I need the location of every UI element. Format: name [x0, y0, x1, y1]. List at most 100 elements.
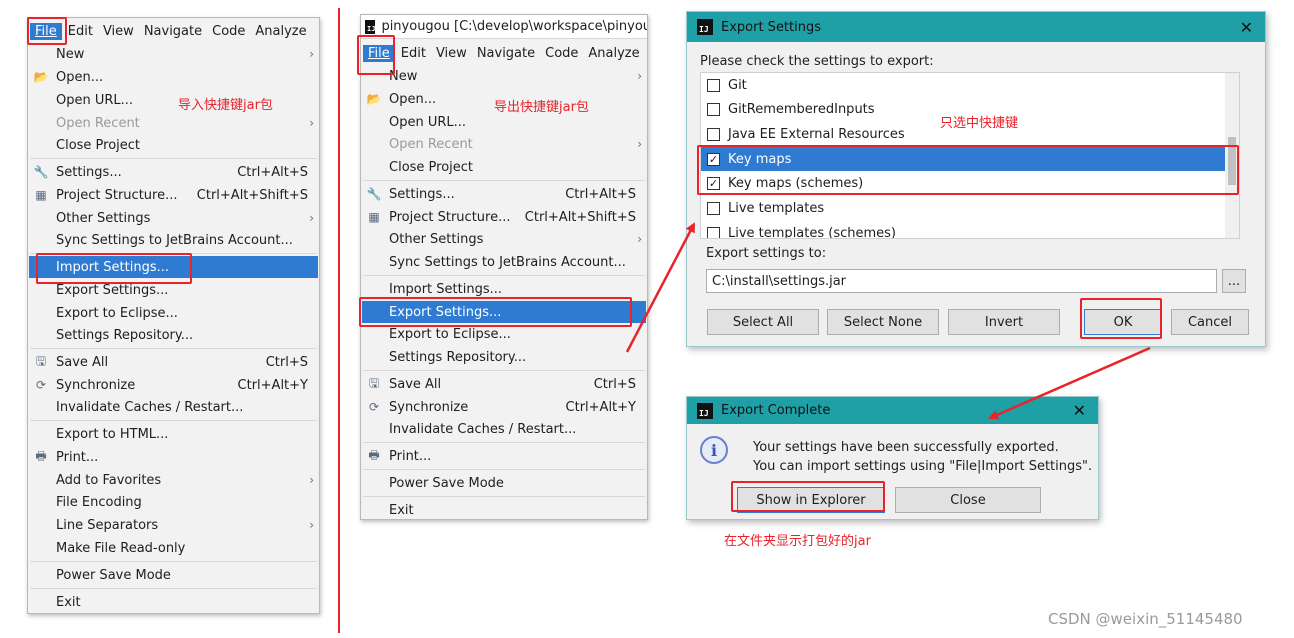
settings-row-live-templates-schemes[interactable]: Live templates (schemes) — [701, 221, 1226, 239]
project-structure-icon: ▦ — [368, 210, 380, 224]
menu-item-label: Exit — [56, 594, 81, 610]
menu-item-label: Open URL... — [389, 114, 467, 130]
menu-item-label: Synchronize — [389, 399, 469, 415]
wrench-icon: 🔧 — [33, 165, 49, 179]
menu-item-other-settings[interactable]: Other Settings › — [362, 228, 646, 250]
chevron-right-icon: › — [309, 518, 314, 532]
settings-row-label: Java EE External Resources — [728, 126, 905, 142]
menu-analyze[interactable]: Analyze — [255, 24, 306, 39]
checkbox[interactable] — [707, 127, 720, 141]
menu-item-settings[interactable]: 🔧 Settings... Ctrl+Alt+S — [362, 183, 646, 205]
menu-item-power-save-mode[interactable]: Power Save Mode — [29, 564, 318, 586]
menu-item-open-recent[interactable]: Open Recent › — [362, 133, 646, 155]
menu-navigate[interactable]: Navigate — [477, 46, 535, 61]
highlight-show-in-explorer — [731, 481, 885, 512]
settings-row-live-templates[interactable]: Live templates — [701, 196, 1226, 220]
close-icon[interactable]: ✕ — [1073, 401, 1086, 420]
menu-view[interactable]: View — [436, 46, 467, 61]
menu-item-file-encoding[interactable]: File Encoding — [29, 491, 318, 513]
menu-item-exit[interactable]: Exit — [362, 499, 646, 519]
menu-item-label: Open Recent — [389, 136, 473, 152]
menu-item-settings-repository[interactable]: Settings Repository... — [29, 324, 318, 346]
menu-item-invalidate-caches-restart[interactable]: Invalidate Caches / Restart... — [362, 418, 646, 440]
chevron-right-icon: › — [637, 137, 642, 151]
checkbox[interactable] — [707, 226, 720, 238]
menu-separator — [363, 370, 645, 371]
menu-item-project-structure[interactable]: ▦ Project Structure... Ctrl+Alt+Shift+S — [362, 206, 646, 228]
browse-button[interactable]: ... — [1222, 269, 1246, 293]
sync-icon: ⟳ — [368, 400, 380, 414]
menu-item-label: Project Structure... — [389, 209, 511, 225]
menu-item-label: Power Save Mode — [56, 567, 171, 583]
menu-edit[interactable]: Edit — [401, 46, 426, 61]
chevron-right-icon: › — [309, 116, 314, 130]
menu-item-synchronize[interactable]: ⟳ Synchronize Ctrl+Alt+Y — [362, 396, 646, 418]
menu-separator — [363, 442, 645, 443]
menu-item-synchronize[interactable]: ⟳ Synchronize Ctrl+Alt+Y — [29, 374, 318, 396]
menu-analyze[interactable]: Analyze — [588, 46, 639, 61]
menu-item-save-all[interactable]: 🖫 Save All Ctrl+S — [29, 351, 318, 373]
invert-button[interactable]: Invert — [948, 309, 1060, 335]
highlight-import-settings — [36, 253, 192, 284]
menu-item-power-save-mode[interactable]: Power Save Mode — [362, 472, 646, 494]
cancel-button[interactable]: Cancel — [1171, 309, 1249, 335]
menu-item-open-recent[interactable]: Open Recent › — [29, 112, 318, 134]
menu-item-add-to-favorites[interactable]: Add to Favorites › — [29, 469, 318, 491]
menu-item-open-url[interactable]: Open URL... — [29, 89, 318, 111]
menu-item-project-structure[interactable]: ▦ Project Structure... Ctrl+Alt+Shift+S — [29, 184, 318, 206]
menu-item-close-project[interactable]: Close Project — [29, 134, 318, 156]
checkbox[interactable] — [707, 102, 720, 116]
menu-code[interactable]: Code — [212, 24, 245, 39]
highlight-file-menu-1 — [27, 17, 67, 45]
dialog-title-bar: IJ Export Settings ✕ — [687, 12, 1265, 42]
menu-view[interactable]: View — [103, 24, 134, 39]
menu-item-label: Open... — [56, 69, 104, 85]
checkbox[interactable] — [707, 78, 720, 92]
menu-item-line-separators[interactable]: Line Separators › — [29, 514, 318, 536]
menu-item-export-to-eclipse[interactable]: Export to Eclipse... — [29, 302, 318, 324]
menu-item-exit[interactable]: Exit — [29, 591, 318, 613]
menu-edit[interactable]: Edit — [68, 24, 93, 39]
export-path-input[interactable]: C:\install\settings.jar — [706, 269, 1217, 293]
file-menu-import: File Edit View Navigate Code Analyze New… — [27, 17, 320, 614]
menu-item-shortcut: Ctrl+Alt+Shift+S — [196, 187, 308, 203]
menu-item-label: Synchronize — [56, 377, 136, 393]
select-none-button[interactable]: Select None — [827, 309, 939, 335]
menu-item-close-project[interactable]: Close Project — [362, 156, 646, 178]
menu-item-open[interactable]: 📂 Open... — [29, 66, 318, 88]
checkbox[interactable] — [707, 201, 720, 215]
menu-item-invalidate-caches-restart[interactable]: Invalidate Caches / Restart... — [29, 396, 318, 418]
close-button[interactable]: Close — [895, 487, 1041, 513]
menu-navigate[interactable]: Navigate — [144, 24, 202, 39]
print-icon: 🖶 — [368, 447, 380, 462]
menu-item-print[interactable]: 🖶 Print... — [29, 446, 318, 468]
menu-item-print[interactable]: 🖶 Print... — [362, 445, 646, 467]
menu-item-save-all[interactable]: 🖫 Save All Ctrl+S — [362, 373, 646, 395]
menu-item-settings[interactable]: 🔧 Settings... Ctrl+Alt+S — [29, 161, 318, 183]
settings-row-label: GitRememberedInputs — [728, 101, 875, 117]
chevron-right-icon: › — [309, 211, 314, 225]
settings-row-git[interactable]: Git — [701, 73, 1226, 97]
highlight-export-settings — [359, 297, 632, 327]
menu-item-new[interactable]: New › — [362, 65, 646, 87]
menu-separator — [30, 588, 317, 589]
menu-item-label: Print... — [56, 449, 99, 465]
export-to-label: Export settings to: — [706, 246, 827, 261]
close-icon[interactable]: ✕ — [1240, 18, 1253, 37]
settings-row-label: Live templates (schemes) — [728, 225, 897, 239]
menu-item-other-settings[interactable]: Other Settings › — [29, 207, 318, 229]
export-prompt: Please check the settings to export: — [700, 54, 934, 69]
menu-item-label: Export to Eclipse... — [389, 326, 511, 342]
menu-item-label: File Encoding — [56, 494, 142, 510]
menu-item-sync-settings-to-jetbrains-account[interactable]: Sync Settings to JetBrains Account... — [362, 251, 646, 273]
menu-item-new[interactable]: New › — [29, 43, 318, 65]
chevron-right-icon: › — [309, 473, 314, 487]
menu-item-sync-settings-to-jetbrains-account[interactable]: Sync Settings to JetBrains Account... — [29, 229, 318, 251]
menu-item-export-to-html[interactable]: Export to HTML... — [29, 423, 318, 445]
menu-separator — [363, 496, 645, 497]
menu-item-make-file-read-only[interactable]: Make File Read-only — [29, 537, 318, 559]
save-icon: 🖫 — [35, 353, 47, 368]
menu-code[interactable]: Code — [545, 46, 578, 61]
menu-item-settings-repository[interactable]: Settings Repository... — [362, 346, 646, 368]
select-all-button[interactable]: Select All — [707, 309, 819, 335]
